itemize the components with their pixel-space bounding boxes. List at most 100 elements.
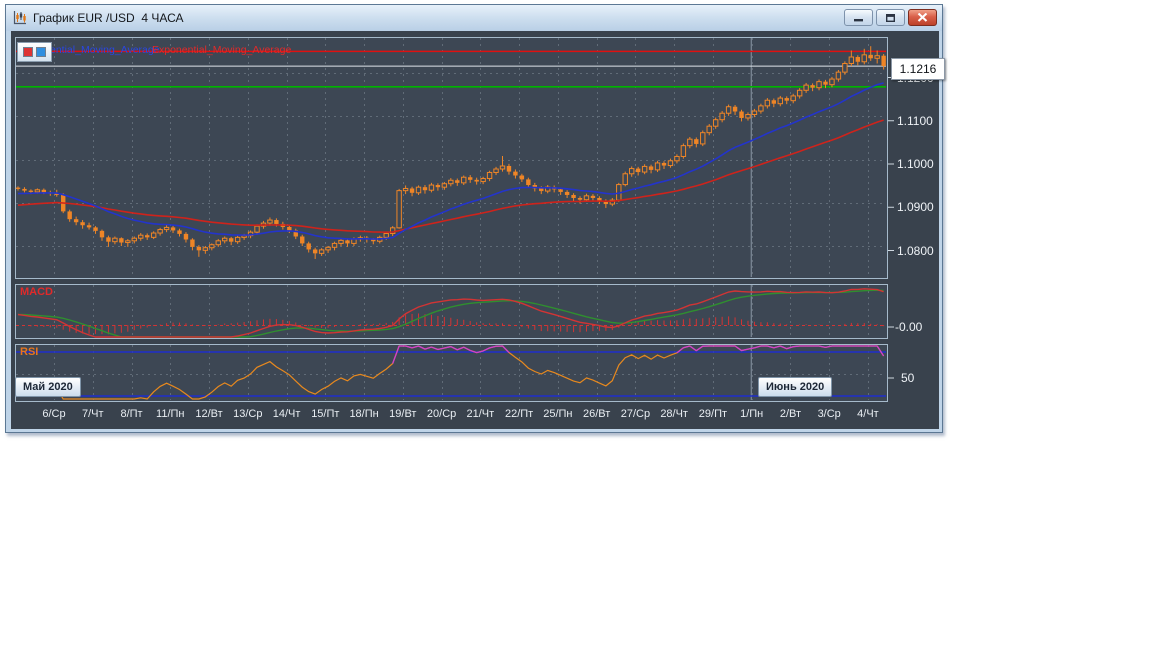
chart-window-icon <box>13 11 26 25</box>
candle-body-bull <box>719 112 725 121</box>
candle-body-bull <box>861 54 867 63</box>
candle-body-bull <box>318 249 325 254</box>
candle-body-bull <box>848 56 855 64</box>
candle-body-bear <box>558 189 563 192</box>
candle-body-bear <box>15 187 21 189</box>
candle-body-bear <box>287 226 292 231</box>
candle-body-bull <box>803 84 809 91</box>
candle-body-bull <box>325 246 331 251</box>
macd-panel-label: MACD <box>20 286 53 298</box>
candle-body-bull <box>338 239 344 244</box>
candle-body-bull <box>745 114 751 119</box>
date-axis-label: 15/Пт <box>311 408 340 420</box>
candle-body-bear <box>468 177 473 180</box>
close-button[interactable] <box>908 9 937 26</box>
candle-body-bull <box>34 189 41 193</box>
candle-body-bear <box>177 230 182 234</box>
candle-body-bull <box>125 240 131 244</box>
candle-body-bull <box>874 55 880 59</box>
candle-body-bull <box>674 155 680 162</box>
candle-body-bear <box>771 100 777 104</box>
candle-body-bull <box>829 78 835 86</box>
candle-body-bull <box>157 229 163 234</box>
candle-body-bull <box>131 237 137 242</box>
candle-body-bull <box>480 178 486 183</box>
candle-body-bull <box>486 171 493 180</box>
red-indicator-swatch-icon <box>23 47 33 57</box>
candle-body-bull <box>428 184 435 191</box>
candle-body-bear <box>345 240 350 244</box>
candle-body-bull <box>816 81 822 89</box>
price-axis-label: 1.1000 <box>897 157 934 171</box>
candle-body-bull <box>680 145 687 157</box>
candle-body-bear <box>183 233 189 240</box>
candle-body-bear <box>694 139 699 144</box>
candle-body-bear <box>73 219 79 223</box>
minimize-icon <box>854 19 863 22</box>
candle-body-bear <box>739 111 744 118</box>
candle-body-bull <box>493 168 499 173</box>
date-axis-label: 3/Ср <box>817 408 841 420</box>
candle-body-bear <box>784 98 789 101</box>
candle-body-bear <box>106 237 111 242</box>
candle-body-bull <box>331 242 338 248</box>
date-axis-label: 12/Вт <box>195 408 223 420</box>
candle-body-bear <box>810 85 815 88</box>
panel <box>15 37 888 279</box>
candle-body-bear <box>455 180 460 183</box>
title-bar[interactable]: График EUR /USD 4 ЧАСА <box>6 5 942 31</box>
window-controls <box>844 9 937 26</box>
candle-body-bear <box>80 222 85 226</box>
date-axis-label: 21/Чт <box>466 408 495 420</box>
candle-body-bear <box>661 162 667 166</box>
candle-body-bear <box>145 235 150 238</box>
candle-body-bull <box>267 219 273 224</box>
candle-body-bull <box>622 173 628 186</box>
candle-body-bear <box>228 238 234 242</box>
candle-body-bull <box>777 97 783 105</box>
candle-body-bull <box>222 237 228 242</box>
candle-body-bear <box>28 190 34 192</box>
candle-body-bear <box>300 236 305 244</box>
candle-body-bull <box>396 190 402 229</box>
chart-client-area: ential_Moving_Average Exponential_Moving… <box>11 31 945 429</box>
month-label-may: Май 2020 <box>15 377 81 397</box>
candle-body-bear <box>312 249 318 254</box>
rsi-overbought-segment <box>793 345 800 348</box>
candle-body-bear <box>306 243 311 250</box>
candle-body-bull <box>764 99 771 107</box>
candle-body-bull <box>163 226 170 231</box>
candle-body-bull <box>629 168 635 175</box>
candle-body-bull <box>725 106 732 114</box>
candle-body-bear <box>474 179 479 182</box>
chart-canvas[interactable] <box>11 31 939 429</box>
candle-body-bull <box>751 110 758 116</box>
candle-body-bull <box>150 232 157 238</box>
legend-ma-fast: ential_Moving_Average <box>50 44 160 56</box>
date-axis-label: 1/Пн <box>740 408 764 420</box>
candle-body-bear <box>855 56 860 62</box>
candle-body-bull <box>461 176 467 184</box>
minimize-button[interactable] <box>844 9 873 26</box>
candle-body-bull <box>790 95 796 102</box>
candle-body-bear <box>196 246 202 251</box>
candle-body-bull <box>138 234 144 239</box>
current-price-value: 1.1216 <box>899 62 937 76</box>
candle-body-bull <box>383 232 389 238</box>
blue-indicator-swatch-icon <box>36 47 46 57</box>
candle-body-bull <box>215 240 221 246</box>
close-icon <box>917 13 928 22</box>
candle-body-bear <box>170 227 176 231</box>
restore-button[interactable] <box>876 9 905 26</box>
chart-window: График EUR /USD 4 ЧАСА ential_Moving_Ave… <box>5 4 945 433</box>
date-axis-label: 26/Вт <box>582 408 611 420</box>
indicator-legend[interactable] <box>17 42 52 62</box>
candle-body-bear <box>41 189 47 193</box>
candle-body-bear <box>577 197 583 200</box>
candle-body-bull <box>209 244 215 249</box>
candle-body-bear <box>648 166 654 170</box>
candle-body-bear <box>635 168 641 173</box>
candle-body-bear <box>513 171 518 176</box>
rsi-mid-axis-label: 50 <box>901 371 915 385</box>
panel <box>15 344 888 402</box>
